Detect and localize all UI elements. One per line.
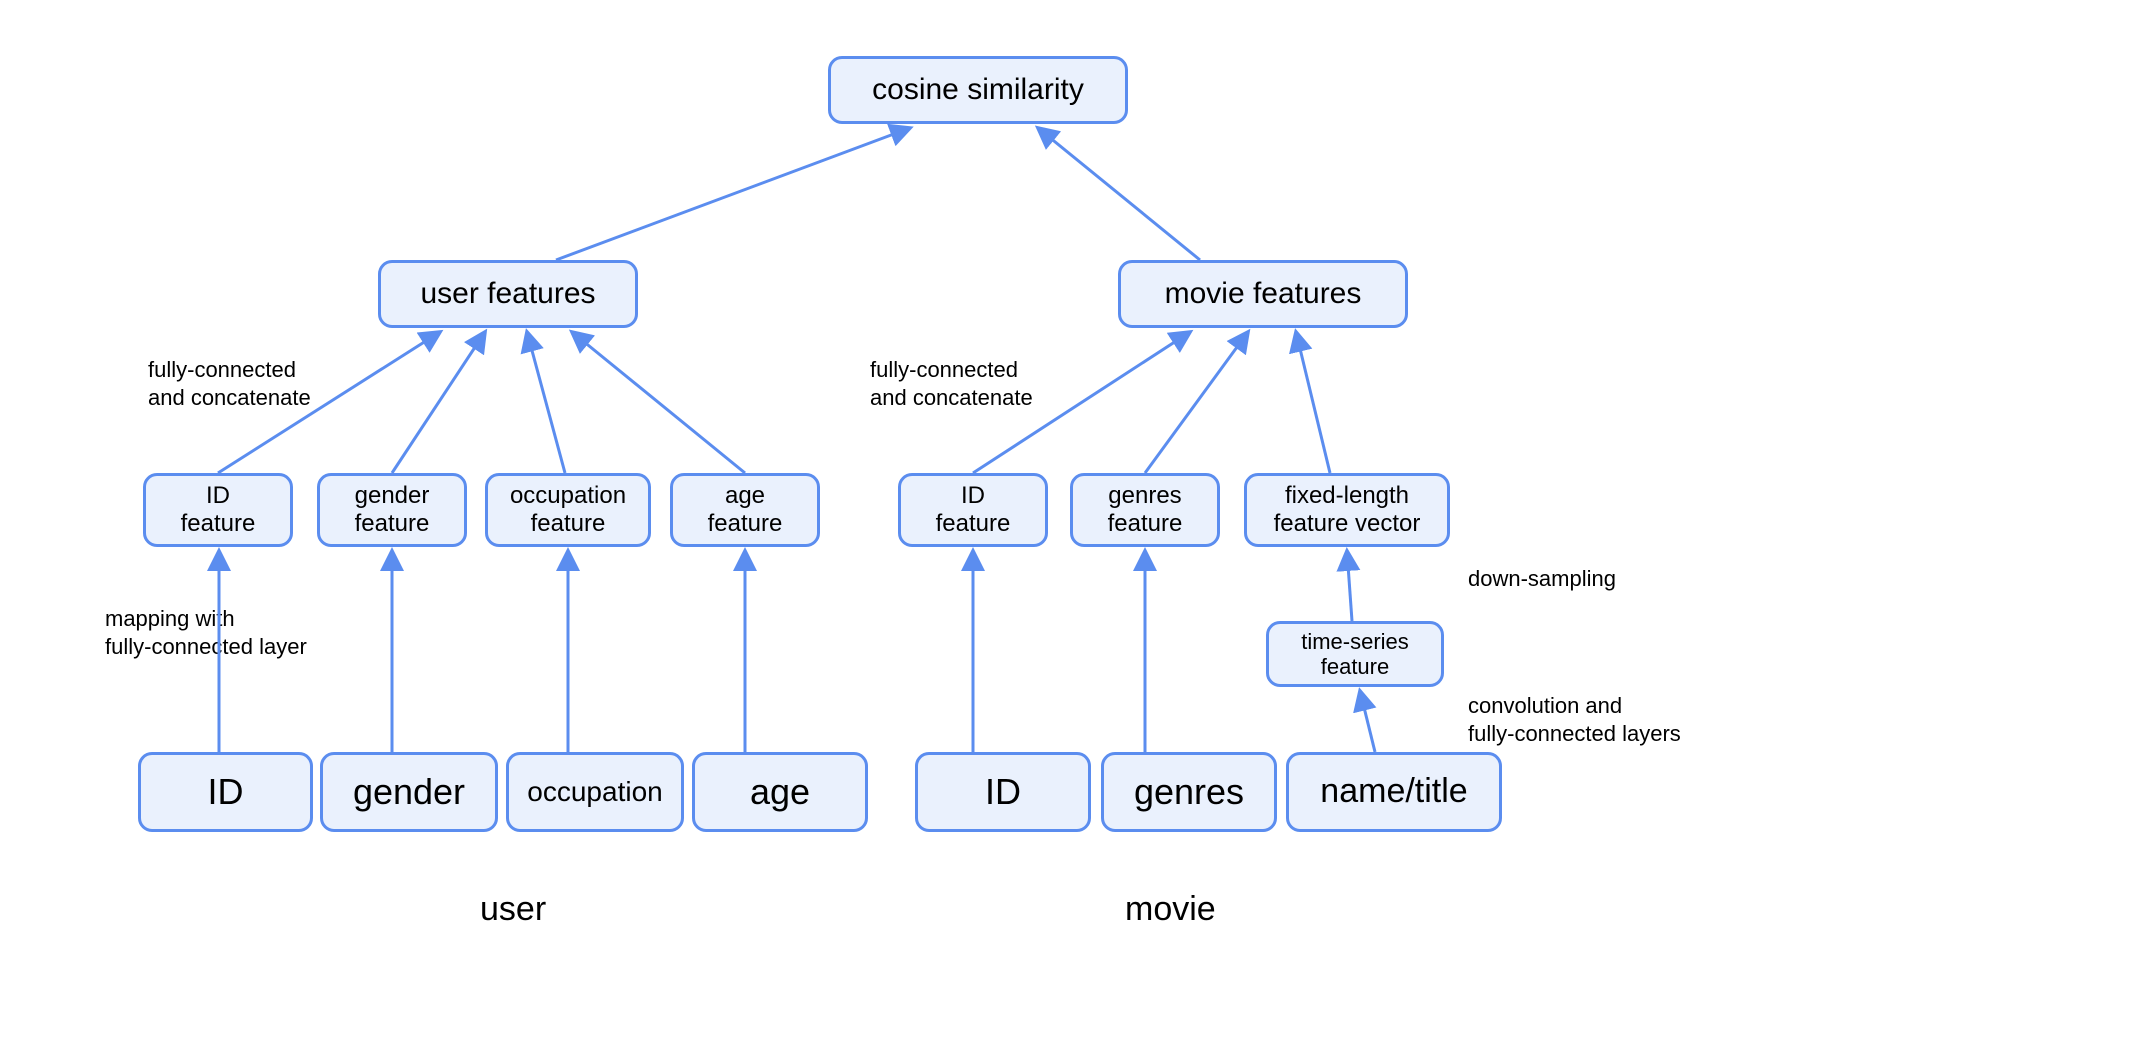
label-convolution: convolution and fully-connected layers [1468, 692, 1681, 747]
label-movie-title: movie [1125, 890, 1216, 929]
node-time-series-feature: time-series feature [1266, 621, 1444, 687]
node-user-features: user features [378, 260, 638, 328]
node-user-age: age [692, 752, 868, 832]
node-movie-name: name/title [1286, 752, 1502, 832]
label-fc-concat-left: fully-connected and concatenate [148, 356, 311, 411]
node-user-occ-feature: occupation feature [485, 473, 651, 547]
label-down-sampling: down-sampling [1468, 565, 1616, 593]
node-movie-genres-feature: genres feature [1070, 473, 1220, 547]
node-movie-genres: genres [1101, 752, 1277, 832]
label-fc-concat-right: fully-connected and concatenate [870, 356, 1033, 411]
label-mapping: mapping with fully-connected layer [105, 605, 307, 660]
node-user-gender: gender [320, 752, 498, 832]
node-user-gender-feature: gender feature [317, 473, 467, 547]
node-movie-fixed-feature: fixed-length feature vector [1244, 473, 1450, 547]
node-user-age-feature: age feature [670, 473, 820, 547]
node-user-id-feature: ID feature [143, 473, 293, 547]
label-user-title: user [480, 890, 546, 929]
node-cosine-similarity: cosine similarity [828, 56, 1128, 124]
node-user-id: ID [138, 752, 313, 832]
node-movie-id-feature: ID feature [898, 473, 1048, 547]
node-movie-id: ID [915, 752, 1091, 832]
node-movie-features: movie features [1118, 260, 1408, 328]
node-user-occupation: occupation [506, 752, 684, 832]
